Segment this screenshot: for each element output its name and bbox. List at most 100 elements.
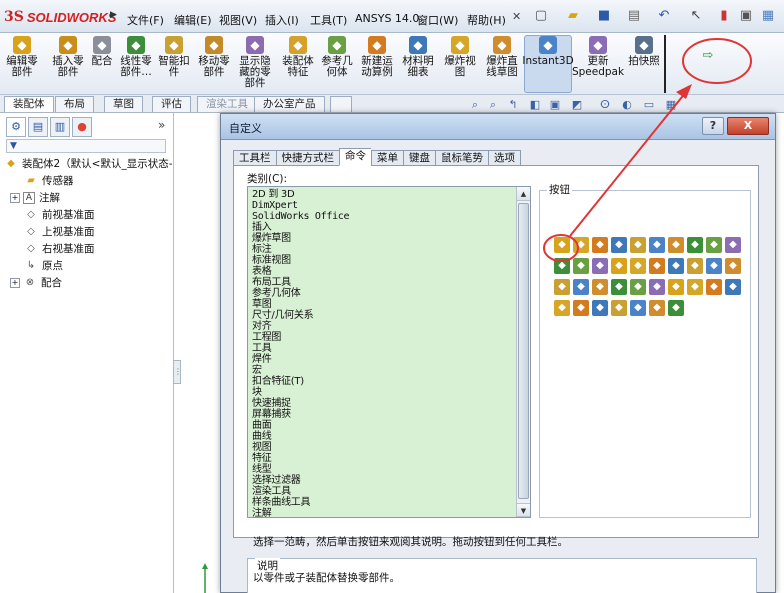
- command-button-icon[interactable]: ◆: [573, 300, 589, 316]
- tab-assembly[interactable]: 装配体: [4, 96, 54, 112]
- select-arrow-icon[interactable]: ↖: [688, 8, 704, 24]
- category-item[interactable]: 2D 到 3D: [250, 189, 516, 200]
- tree-item-top-plane[interactable]: ◇ 上视基准面: [24, 223, 94, 240]
- category-item[interactable]: 爆炸草图: [250, 233, 516, 244]
- open-folder-icon[interactable]: ▰: [565, 8, 581, 24]
- tab-extra-icon[interactable]: [330, 96, 352, 112]
- category-item[interactable]: 曲面: [250, 420, 516, 431]
- cmd-button-4[interactable]: ◆ 智能扣 件: [157, 36, 191, 78]
- cmd-button-12[interactable]: ◆ 爆炸直 线草图: [481, 36, 523, 78]
- category-item[interactable]: 尺寸/几何关系: [250, 310, 516, 321]
- tab-options[interactable]: 选项: [488, 150, 521, 166]
- category-item[interactable]: 块: [250, 387, 516, 398]
- tree-item-front-plane[interactable]: ◇ 前视基准面: [24, 206, 94, 223]
- category-item[interactable]: 标准视图: [250, 255, 516, 266]
- hide-show-items-icon[interactable]: ⵙ: [598, 98, 612, 112]
- cmd-button-5[interactable]: ◆ 移动零 部件: [194, 36, 234, 78]
- command-button-icon[interactable]: ◆: [725, 279, 741, 295]
- command-button-icon[interactable]: ◆: [668, 237, 684, 253]
- command-button-icon[interactable]: ◆: [630, 258, 646, 274]
- category-list[interactable]: 2D 到 3D DimXpert SolidWorks Office 插入 爆炸草图 标注…: [247, 186, 531, 518]
- section-view-icon[interactable]: ◧: [528, 98, 542, 112]
- category-item[interactable]: 扣合特征(T): [250, 376, 516, 387]
- file-properties-icon[interactable]: ▣: [738, 8, 754, 24]
- command-button-icon[interactable]: ◆: [668, 258, 684, 274]
- cmd-button-3[interactable]: ◆ 线性零 部件…: [118, 36, 154, 78]
- command-button-icon[interactable]: ◆: [611, 258, 627, 274]
- category-scrollbar[interactable]: ▲ ▼: [516, 187, 530, 517]
- menu-pin-icon[interactable]: ✕: [512, 10, 521, 23]
- command-button-icon[interactable]: ◆: [592, 300, 608, 316]
- configuration-manager-tab-icon[interactable]: ▥: [50, 117, 70, 137]
- command-button-icon[interactable]: ◆: [611, 237, 627, 253]
- menu-edit[interactable]: 编辑(E): [174, 12, 212, 28]
- dialog-title-bar[interactable]: 自定义 ? X: [221, 114, 775, 140]
- tab-commands[interactable]: 命令: [339, 148, 371, 166]
- category-item[interactable]: 标注: [250, 244, 516, 255]
- category-item[interactable]: 线型: [250, 464, 516, 475]
- category-item[interactable]: DimXpert: [250, 200, 516, 211]
- category-item[interactable]: 特征: [250, 453, 516, 464]
- command-button-icon[interactable]: ◆: [554, 237, 570, 253]
- tab-menus[interactable]: 菜单: [371, 150, 403, 166]
- menu-help[interactable]: 帮助(H): [467, 12, 506, 28]
- feature-manager-tab-icon[interactable]: ⚙: [6, 117, 26, 137]
- menu-tools[interactable]: 工具(T): [310, 12, 347, 28]
- command-button-icon[interactable]: ◆: [687, 237, 703, 253]
- category-item[interactable]: 样条曲线工具: [250, 497, 516, 508]
- scene-icon[interactable]: ▭: [642, 98, 656, 112]
- close-button[interactable]: X: [727, 117, 769, 135]
- category-item[interactable]: 表格: [250, 266, 516, 277]
- view-orientation-icon[interactable]: ▣: [548, 98, 562, 112]
- tree-item-right-plane[interactable]: ◇ 右视基准面: [24, 240, 94, 257]
- category-item[interactable]: 焊件: [250, 354, 516, 365]
- command-button-icon[interactable]: ◆: [630, 300, 646, 316]
- command-button-icon[interactable]: ◆: [611, 300, 627, 316]
- category-item[interactable]: 参考几何体: [250, 288, 516, 299]
- category-item[interactable]: 草图: [250, 299, 516, 310]
- menu-insert[interactable]: 插入(I): [265, 12, 299, 28]
- cmd-button-1[interactable]: ◆ 插入零 部件: [50, 36, 86, 78]
- command-button-icon[interactable]: ◆: [554, 258, 570, 274]
- options-icon[interactable]: ▦: [760, 8, 776, 24]
- command-button-icon[interactable]: ◆: [668, 279, 684, 295]
- expand-icon[interactable]: +: [10, 192, 20, 203]
- command-button-icon[interactable]: ◆: [649, 279, 665, 295]
- zoom-to-fit-icon[interactable]: ⌕: [468, 98, 482, 112]
- command-button-icon[interactable]: ◆: [687, 279, 703, 295]
- command-button-icon[interactable]: ◆: [706, 279, 722, 295]
- cmd-button-13[interactable]: ◆ Instant3D: [522, 36, 574, 67]
- edit-appearance-icon[interactable]: ◐: [620, 98, 634, 112]
- cmd-button-6[interactable]: ◆ 显示隐 藏的零 部件: [236, 36, 274, 89]
- command-button-icon[interactable]: ◆: [706, 237, 722, 253]
- tree-item-sensors[interactable]: ▰ 传感器: [24, 172, 73, 189]
- save-icon[interactable]: ■: [596, 8, 612, 24]
- category-item[interactable]: SolidWorks Office: [250, 211, 516, 222]
- tree-root-assembly[interactable]: ◆ 装配体2（默认<默认_显示状态-: [4, 155, 172, 172]
- help-button[interactable]: ?: [702, 117, 724, 135]
- command-button-icon[interactable]: ◆: [592, 258, 608, 274]
- category-item[interactable]: 工具: [250, 343, 516, 354]
- command-button-icon[interactable]: ◆: [592, 279, 608, 295]
- cmd-button-14[interactable]: ◆ 更新 Speedpak: [572, 36, 624, 78]
- tree-item-annotations[interactable]: + A 注解: [10, 189, 60, 206]
- tab-sketch[interactable]: 草图: [104, 96, 143, 112]
- new-document-icon[interactable]: ▢: [533, 8, 549, 24]
- cmd-button-7[interactable]: ◆ 装配体 特征: [280, 36, 316, 78]
- cmd-button-8[interactable]: ◆ 参考几 何体: [319, 36, 355, 78]
- category-item[interactable]: 渲染工具: [250, 486, 516, 497]
- replace-component-icon[interactable]: ◆: [554, 279, 570, 295]
- tree-item-mates[interactable]: + ⊗ 配合: [10, 274, 62, 291]
- command-button-icon[interactable]: ◆: [687, 258, 703, 274]
- category-item[interactable]: 布局工具: [250, 277, 516, 288]
- category-item[interactable]: 对齐: [250, 321, 516, 332]
- command-button-icon[interactable]: ◆: [592, 237, 608, 253]
- command-button-icon[interactable]: ◆: [725, 258, 741, 274]
- print-icon[interactable]: ▤: [626, 8, 642, 24]
- command-button-icon[interactable]: ◆: [706, 258, 722, 274]
- command-button-icon[interactable]: ◆: [611, 279, 627, 295]
- tab-evaluate[interactable]: 评估: [152, 96, 191, 112]
- category-item[interactable]: 工程图: [250, 332, 516, 343]
- cmd-button-2[interactable]: ◆ 配合: [90, 36, 114, 67]
- command-button-icon[interactable]: ◆: [573, 279, 589, 295]
